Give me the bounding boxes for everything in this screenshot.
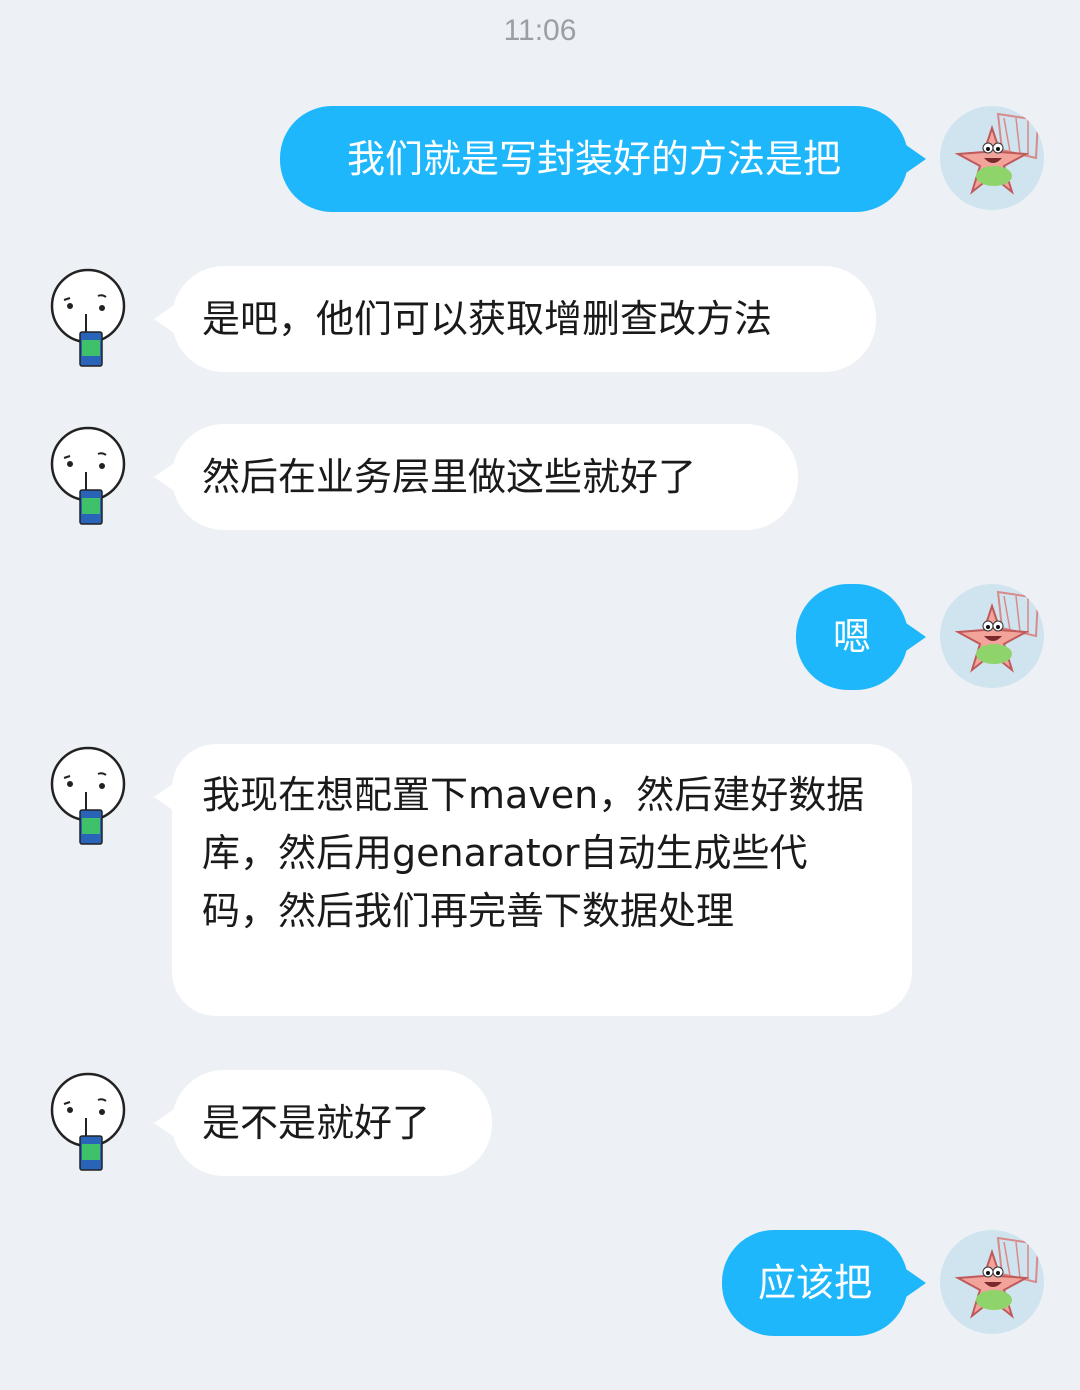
bubble-tail [154,783,174,811]
bubble-tail [154,1109,174,1137]
patrick-star-avatar-icon[interactable] [940,106,1044,210]
received-message-bubble[interactable]: 是吧，他们可以获取增删查改方法 [172,266,876,372]
doodle-face-drink-avatar-icon[interactable] [36,744,140,848]
sent-message-bubble[interactable]: 我们就是写封装好的方法是把 [280,106,908,212]
bubble-tail [154,305,174,333]
patrick-star-avatar-icon[interactable] [940,1230,1044,1334]
sent-message-bubble[interactable]: 应该把 [722,1230,908,1336]
bubble-tail [906,145,926,173]
doodle-face-drink-avatar-icon[interactable] [36,1070,140,1174]
bubble-tail [906,1269,926,1297]
sent-message-bubble[interactable]: 嗯 [796,584,908,690]
received-message-bubble[interactable]: 我现在想配置下maven，然后建好数据库，然后用genarator自动生成些代码… [172,744,912,1016]
patrick-star-avatar-icon[interactable] [940,584,1044,688]
bubble-tail [906,623,926,651]
doodle-face-drink-avatar-icon[interactable] [36,266,140,370]
bubble-tail [154,463,174,491]
message-timestamp: 11:06 [503,14,577,47]
received-message-bubble[interactable]: 然后在业务层里做这些就好了 [172,424,798,530]
doodle-face-drink-avatar-icon[interactable] [36,424,140,528]
received-message-bubble[interactable]: 是不是就好了 [172,1070,492,1176]
